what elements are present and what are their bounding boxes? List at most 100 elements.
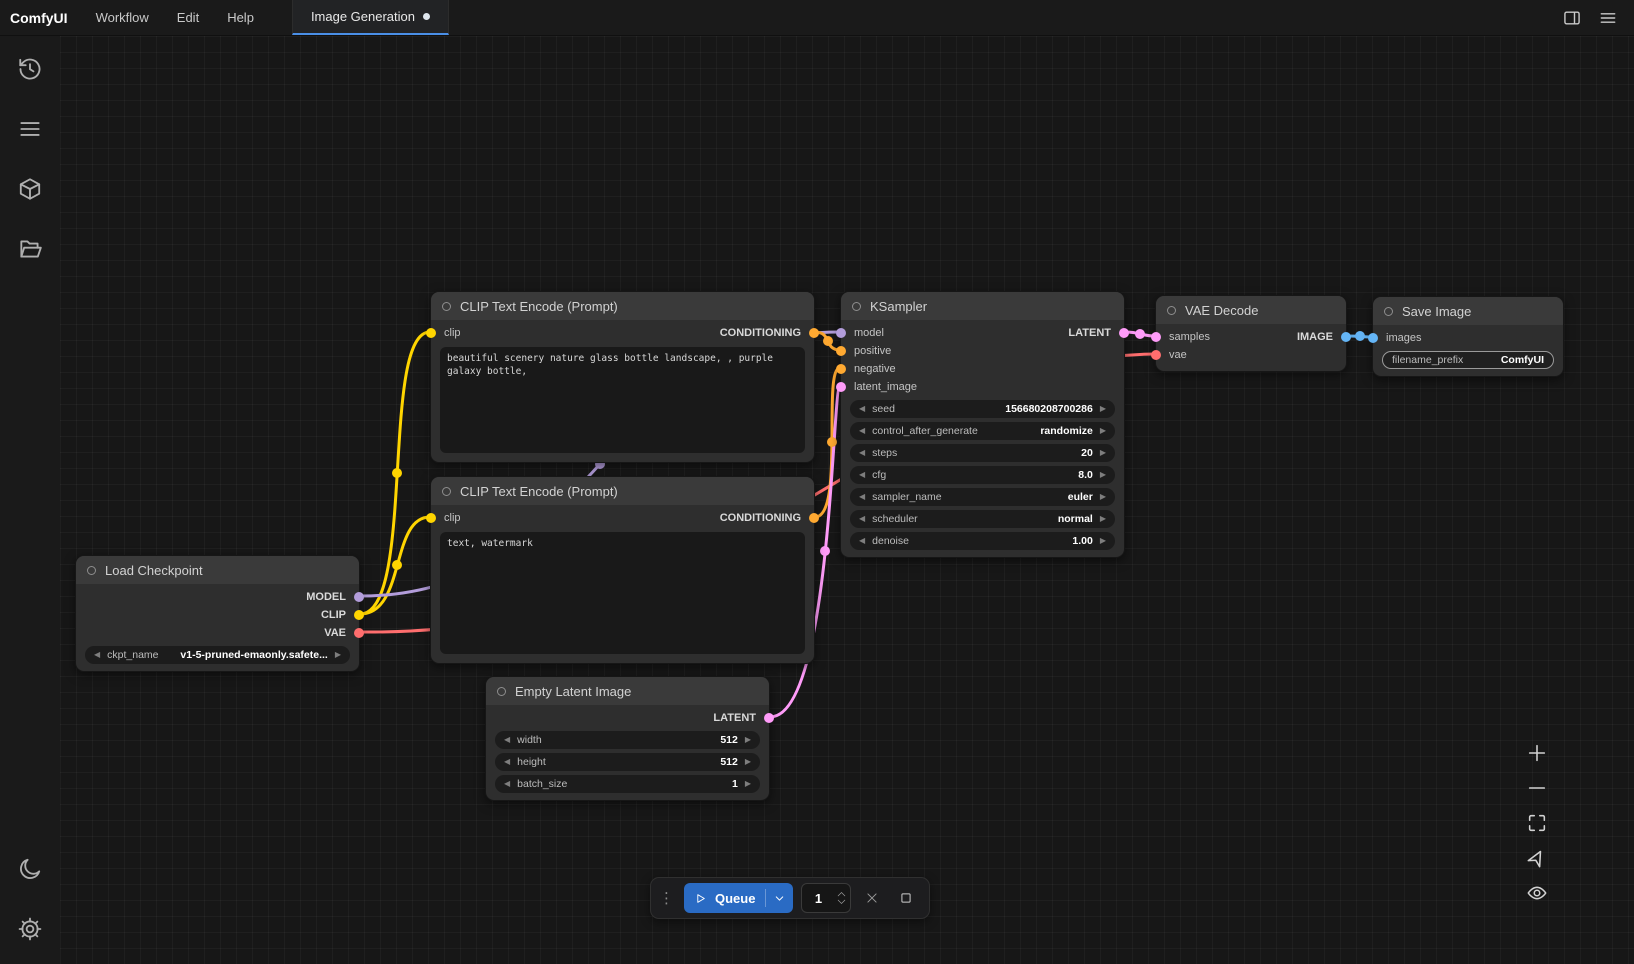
node-ksampler[interactable]: KSampler model LATENT positive negative … [840, 291, 1125, 558]
collapse-dot[interactable] [1384, 307, 1393, 316]
output-port-model[interactable] [354, 592, 364, 602]
next-value-icon[interactable]: ▶ [1100, 515, 1106, 523]
stepper-up-icon[interactable] [837, 891, 846, 897]
decrement-icon[interactable]: ◀ [504, 780, 510, 788]
input-port-samples[interactable] [1151, 332, 1161, 342]
widget-width[interactable]: ◀ width 512 ▶ [495, 731, 760, 749]
output-port-image[interactable] [1341, 332, 1351, 342]
prev-value-icon[interactable]: ◀ [859, 493, 865, 501]
widget-sampler-name[interactable]: ◀ sampler_name euler ▶ [850, 488, 1115, 506]
tab-image-generation[interactable]: Image Generation [292, 0, 449, 35]
settings-gear-icon[interactable] [17, 916, 43, 942]
node-title-bar[interactable]: Save Image [1373, 297, 1563, 325]
select-mode-cursor-icon[interactable] [1526, 847, 1548, 869]
queue-options-chevron-icon[interactable] [766, 892, 793, 905]
increment-icon[interactable]: ▶ [1100, 405, 1106, 413]
stop-queue-icon[interactable] [893, 885, 919, 911]
decrement-icon[interactable]: ◀ [504, 736, 510, 744]
increment-icon[interactable]: ▶ [1100, 471, 1106, 479]
decrement-icon[interactable]: ◀ [859, 405, 865, 413]
output-port-clip[interactable] [354, 610, 364, 620]
next-value-icon[interactable]: ▶ [1100, 427, 1106, 435]
collapse-dot[interactable] [852, 302, 861, 311]
toggle-visibility-eye-icon[interactable] [1526, 882, 1548, 904]
input-port-clip[interactable] [426, 328, 436, 338]
collapse-dot[interactable] [442, 487, 451, 496]
increment-icon[interactable]: ▶ [1100, 537, 1106, 545]
increment-icon[interactable]: ▶ [745, 736, 751, 744]
input-port-images[interactable] [1368, 333, 1378, 343]
theme-toggle-moon-icon[interactable] [17, 856, 43, 882]
node-clip-text-encode-positive[interactable]: CLIP Text Encode (Prompt) clip CONDITION… [430, 291, 815, 463]
fit-view-icon[interactable] [1526, 812, 1548, 834]
widget-cfg[interactable]: ◀ cfg 8.0 ▶ [850, 466, 1115, 484]
hamburger-menu-icon[interactable] [1598, 8, 1618, 28]
increment-icon[interactable]: ▶ [745, 780, 751, 788]
node-empty-latent-image[interactable]: Empty Latent Image LATENT ◀ width 512 ▶ … [485, 676, 770, 801]
decrement-icon[interactable]: ◀ [859, 471, 865, 479]
toolbar-drag-handle-icon[interactable]: ⋮ [657, 889, 676, 907]
node-title-bar[interactable]: Empty Latent Image [486, 677, 769, 705]
cancel-run-icon[interactable] [859, 885, 885, 911]
workflows-folder-icon[interactable] [17, 236, 43, 262]
node-title-bar[interactable]: CLIP Text Encode (Prompt) [431, 477, 814, 505]
queue-button[interactable]: Queue [684, 883, 793, 913]
next-value-icon[interactable]: ▶ [1100, 493, 1106, 501]
input-port-latent-image[interactable] [836, 382, 846, 392]
node-vae-decode[interactable]: VAE Decode samples IMAGE vae [1155, 295, 1347, 372]
stepper-down-icon[interactable] [837, 899, 846, 905]
menu-help[interactable]: Help [213, 0, 268, 35]
batch-count-spinner[interactable]: 1 [801, 883, 851, 913]
widget-scheduler[interactable]: ◀ scheduler normal ▶ [850, 510, 1115, 528]
widget-ckpt-name[interactable]: ◀ ckpt_name v1-5-pruned-emaonly.safete..… [85, 646, 350, 664]
decrement-icon[interactable]: ◀ [859, 537, 865, 545]
zoom-out-icon[interactable] [1526, 777, 1548, 799]
prompt-text-area[interactable]: beautiful scenery nature glass bottle la… [440, 347, 805, 453]
collapse-dot[interactable] [87, 566, 96, 575]
collapse-dot[interactable] [1167, 306, 1176, 315]
prompt-text-area[interactable]: text, watermark [440, 532, 805, 654]
panel-toggle-icon[interactable] [1562, 8, 1582, 28]
node-canvas[interactable]: Load Checkpoint MODEL CLIP VAE ◀ ckpt_na… [60, 36, 1634, 964]
widget-steps[interactable]: ◀ steps 20 ▶ [850, 444, 1115, 462]
node-clip-text-encode-negative[interactable]: CLIP Text Encode (Prompt) clip CONDITION… [430, 476, 815, 664]
collapse-dot[interactable] [442, 302, 451, 311]
node-load-checkpoint[interactable]: Load Checkpoint MODEL CLIP VAE ◀ ckpt_na… [75, 555, 360, 672]
increment-icon[interactable]: ▶ [1100, 449, 1106, 457]
output-port-conditioning[interactable] [809, 513, 819, 523]
input-port-positive[interactable] [836, 346, 846, 356]
zoom-in-icon[interactable] [1526, 742, 1548, 764]
queue-history-icon[interactable] [17, 56, 43, 82]
prev-value-icon[interactable]: ◀ [94, 651, 100, 659]
model-library-icon[interactable] [17, 176, 43, 202]
next-value-icon[interactable]: ▶ [335, 651, 341, 659]
menu-edit[interactable]: Edit [163, 0, 213, 35]
widget-seed[interactable]: ◀ seed 156680208700286 ▶ [850, 400, 1115, 418]
prev-value-icon[interactable]: ◀ [859, 427, 865, 435]
decrement-icon[interactable]: ◀ [504, 758, 510, 766]
output-port-latent[interactable] [764, 713, 774, 723]
input-port-model[interactable] [836, 328, 846, 338]
decrement-icon[interactable]: ◀ [859, 449, 865, 457]
input-port-clip[interactable] [426, 513, 436, 523]
node-save-image[interactable]: Save Image images filename_prefix ComfyU… [1372, 296, 1564, 377]
widget-control-after-generate[interactable]: ◀ control_after_generate randomize ▶ [850, 422, 1115, 440]
output-port-vae[interactable] [354, 628, 364, 638]
node-title-bar[interactable]: Load Checkpoint [76, 556, 359, 584]
menu-workflow[interactable]: Workflow [82, 0, 163, 35]
widget-denoise[interactable]: ◀ denoise 1.00 ▶ [850, 532, 1115, 550]
node-library-icon[interactable] [17, 116, 43, 142]
node-title-bar[interactable]: CLIP Text Encode (Prompt) [431, 292, 814, 320]
output-port-conditioning[interactable] [809, 328, 819, 338]
increment-icon[interactable]: ▶ [745, 758, 751, 766]
input-port-negative[interactable] [836, 364, 846, 374]
widget-height[interactable]: ◀ height 512 ▶ [495, 753, 760, 771]
collapse-dot[interactable] [497, 687, 506, 696]
widget-filename-prefix[interactable]: filename_prefix ComfyUI [1382, 351, 1554, 369]
node-title-bar[interactable]: KSampler [841, 292, 1124, 320]
input-port-vae[interactable] [1151, 350, 1161, 360]
prev-value-icon[interactable]: ◀ [859, 515, 865, 523]
node-title-bar[interactable]: VAE Decode [1156, 296, 1346, 324]
output-port-latent[interactable] [1119, 328, 1129, 338]
widget-batch-size[interactable]: ◀ batch_size 1 ▶ [495, 775, 760, 793]
